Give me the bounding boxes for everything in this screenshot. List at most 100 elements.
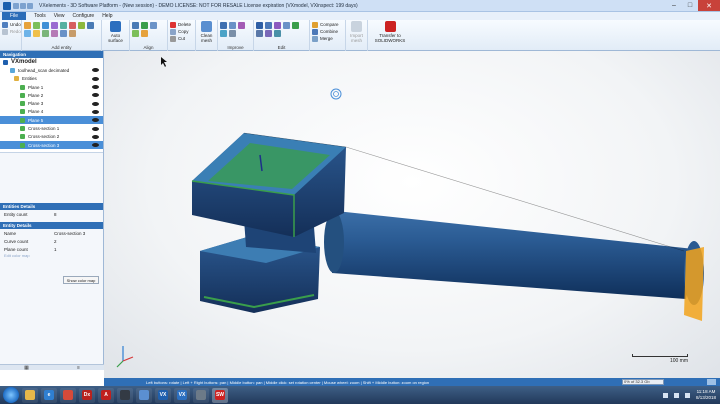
undo-button[interactable]: Undo [2, 21, 21, 28]
slot-icon[interactable] [87, 22, 94, 29]
visibility-eye-icon[interactable] [92, 109, 99, 114]
tree-root[interactable]: VXmodel [0, 58, 103, 66]
remesh-icon[interactable] [220, 30, 227, 37]
rotation-center-icon[interactable] [330, 88, 342, 100]
taskbar-app-solidworks[interactable]: SW [212, 387, 228, 403]
smooth-icon[interactable] [220, 22, 227, 29]
polyline-icon[interactable] [24, 30, 31, 37]
edit-color-map-link[interactable]: Edit color map [0, 253, 103, 259]
close-button[interactable]: ✕ [698, 0, 720, 11]
coordinate-system-icon[interactable] [42, 30, 49, 37]
network-icon[interactable] [673, 392, 679, 398]
visibility-eye-icon[interactable] [92, 143, 99, 148]
taskbar-app-vx2[interactable]: VX [174, 387, 190, 403]
save-icon[interactable] [13, 2, 19, 9]
cut-button[interactable]: Cut [170, 35, 193, 42]
tree-item[interactable]: Entities [0, 75, 103, 83]
brush-icon[interactable] [274, 22, 281, 29]
visibility-eye-icon[interactable] [92, 76, 99, 81]
taskbar-app-steam[interactable] [117, 387, 133, 403]
bridge-icon[interactable] [265, 30, 272, 37]
open-icon[interactable] [20, 2, 26, 9]
delete-button[interactable]: Delete [170, 21, 193, 28]
minimize-button[interactable]: – [666, 0, 682, 11]
copy-button[interactable]: Copy [170, 28, 193, 35]
file-tab[interactable]: File [2, 12, 27, 20]
start-button[interactable] [3, 387, 19, 403]
cylinder-icon[interactable] [60, 22, 67, 29]
curve-icon[interactable] [51, 30, 58, 37]
tree-item[interactable]: toolhead_scan decimated [0, 66, 103, 74]
visibility-eye-icon[interactable] [92, 85, 99, 90]
tree-item[interactable]: Plane 1 [0, 83, 103, 91]
visibility-eye-icon[interactable] [92, 118, 99, 123]
3d-viewport[interactable]: 100 mm [104, 51, 720, 378]
subdivide-icon[interactable] [229, 30, 236, 37]
align-best-fit-icon[interactable] [132, 22, 139, 29]
tree-item[interactable]: Plane 5 [0, 116, 103, 125]
tree-item[interactable]: Cross-section 3 [0, 140, 103, 150]
panel-menu-icon[interactable]: ≡ [77, 365, 80, 371]
taskbar-app-explorer[interactable] [22, 387, 38, 403]
clean-mesh-button[interactable]: Clean mesh [198, 21, 215, 43]
visibility-eye-icon[interactable] [92, 93, 99, 98]
tab-tools[interactable]: Tools [30, 13, 50, 19]
selection-icon[interactable] [256, 22, 263, 29]
tree-item[interactable]: Cross-section 1 [0, 124, 103, 132]
volume-icon[interactable] [684, 392, 690, 398]
plane-icon[interactable] [33, 22, 40, 29]
undo-icon[interactable] [27, 2, 33, 9]
auto-surface-button[interactable]: Auto surface [104, 21, 127, 43]
taskbar-app-acrobat[interactable]: A [98, 387, 114, 403]
visibility-eye-icon[interactable] [92, 134, 99, 139]
align-plane-icon[interactable] [132, 30, 139, 37]
tab-help[interactable]: Help [98, 13, 116, 19]
align-origin-icon[interactable] [150, 22, 157, 29]
visibility-eye-icon[interactable] [92, 68, 99, 73]
taskbar-app-vk[interactable]: VX [155, 387, 171, 403]
compare-button[interactable]: Compare [312, 21, 343, 28]
align-entities-icon[interactable] [141, 22, 148, 29]
extend-icon[interactable] [292, 22, 299, 29]
circle-icon[interactable] [51, 22, 58, 29]
scan-mesh-render[interactable] [104, 51, 720, 378]
combine-button[interactable]: Combine [312, 28, 343, 35]
tab-configure[interactable]: Configure [69, 13, 99, 19]
tree-item[interactable]: Cross-section 2 [0, 133, 103, 141]
fill-holes-icon[interactable] [229, 22, 236, 29]
trim-icon[interactable] [283, 22, 290, 29]
tree-item[interactable]: Plane 2 [0, 91, 103, 99]
visibility-eye-icon[interactable] [92, 126, 99, 131]
lasso-icon[interactable] [265, 22, 272, 29]
cone-icon[interactable] [78, 22, 85, 29]
clock[interactable]: 11:18 AM 8/13/2018 [696, 389, 716, 401]
surface-icon[interactable] [60, 30, 67, 37]
line-icon[interactable] [42, 22, 49, 29]
visibility-eye-icon[interactable] [92, 101, 99, 106]
merge-button[interactable]: Merge [312, 35, 343, 42]
cross-section-icon[interactable] [33, 30, 40, 37]
boundary-icon[interactable] [69, 30, 76, 37]
taskbar-app-dx[interactable]: Dx [79, 387, 95, 403]
align-point-icon[interactable] [141, 30, 148, 37]
show-color-map-button[interactable]: Show color map [63, 276, 99, 284]
taskbar-app-sw-logo[interactable] [136, 387, 152, 403]
panel-view-icon[interactable]: ▦ [24, 365, 29, 371]
import-mesh-button[interactable]: Import mesh [348, 21, 365, 43]
tab-view[interactable]: View [50, 13, 69, 19]
maximize-button[interactable]: □ [682, 0, 698, 11]
point-icon[interactable] [24, 22, 31, 29]
boundary-edit-icon[interactable] [256, 30, 263, 37]
taskbar-app-ie[interactable]: e [41, 387, 57, 403]
redo-button[interactable]: Redo [2, 28, 21, 35]
patch-icon[interactable] [274, 30, 281, 37]
tray-arrow-icon[interactable] [662, 392, 668, 398]
transfer-to-cad-button[interactable]: Transfer to SOLIDWORKS [370, 21, 410, 43]
decimate-icon[interactable] [238, 22, 245, 29]
tree-item[interactable]: Plane 4 [0, 108, 103, 116]
sphere-icon[interactable] [69, 22, 76, 29]
taskbar-app-generic[interactable] [193, 387, 209, 403]
fit-view-icon[interactable] [707, 379, 716, 385]
tree-item[interactable]: Plane 3 [0, 99, 103, 107]
taskbar-app-chrome[interactable] [60, 387, 76, 403]
